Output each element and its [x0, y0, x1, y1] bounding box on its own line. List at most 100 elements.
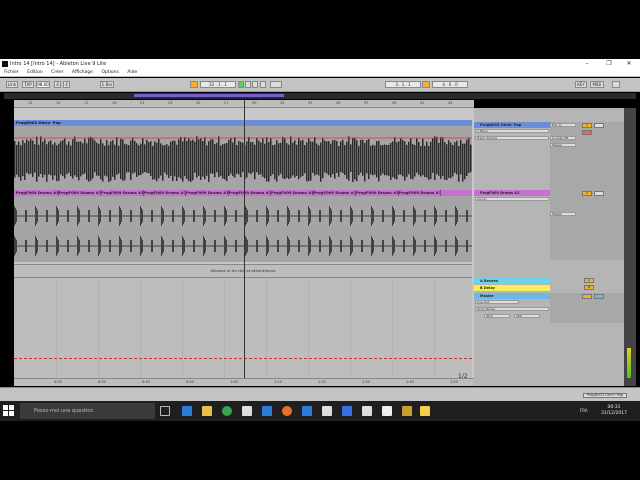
- close-button[interactable]: ✕: [620, 59, 638, 69]
- time-mark: 1:40: [406, 380, 414, 384]
- master-activator[interactable]: [582, 294, 592, 299]
- ruler-mark: 13: [28, 101, 33, 105]
- loop-length-field[interactable]: 4 . 0 . 0: [432, 81, 468, 88]
- master-value-1[interactable]: 90.0: [484, 314, 510, 318]
- track2-arm[interactable]: [594, 191, 604, 196]
- return-a-activator[interactable]: A: [584, 278, 594, 283]
- position-field[interactable]: 22 . 1 . 1: [200, 81, 236, 88]
- grid-line: [224, 278, 225, 378]
- app-icon[interactable]: [420, 406, 430, 416]
- automation-arm-button[interactable]: [270, 81, 282, 88]
- taskbar-clock[interactable]: 00:31 31/12/2017: [601, 405, 627, 417]
- time-mark: 1:50: [450, 380, 458, 384]
- clock-date: 31/12/2017: [601, 411, 627, 416]
- overview-viewport[interactable]: [134, 94, 284, 97]
- track1-sub-select[interactable]: 1 Mono: [475, 129, 549, 133]
- signature-denominator[interactable]: 4: [63, 81, 70, 88]
- master-cue-button[interactable]: [594, 294, 604, 299]
- track1-output-select[interactable]: Master: [550, 143, 576, 147]
- track1-automation-select[interactable]: Track Volume: [475, 136, 549, 140]
- track2-sub-select[interactable]: Aucun: [475, 197, 549, 201]
- midi-map-button[interactable]: MIDI: [590, 81, 604, 88]
- track1-input-select[interactable]: Ext. In: [550, 123, 576, 127]
- maximize-button[interactable]: ❐: [600, 59, 618, 69]
- menu-options[interactable]: Options: [101, 70, 118, 75]
- time-mark: 1:10: [274, 380, 282, 384]
- app-icon[interactable]: [402, 406, 412, 416]
- ruler-mark: 29: [252, 101, 257, 105]
- audio-clip-drums[interactable]: [14, 196, 472, 262]
- minimize-button[interactable]: –: [578, 59, 596, 69]
- ruler-mark: 41: [420, 101, 425, 105]
- time-mark: 0:20: [54, 380, 62, 384]
- windows-start-icon[interactable]: [3, 405, 15, 417]
- chrome-icon[interactable]: [222, 406, 232, 416]
- audio-clip-vocal[interactable]: [14, 126, 472, 192]
- menu-create[interactable]: Créer: [51, 70, 63, 75]
- transport-bar: Link TAP 98.00 4 4 1 Bar 22 . 1 . 1 3 . …: [0, 78, 640, 92]
- track1-arm[interactable]: [594, 123, 604, 128]
- app-icon[interactable]: [262, 406, 272, 416]
- status-clip-name[interactable]: ProgD003 Ohrin' Pop: [583, 393, 627, 398]
- drop-zone[interactable]: Déposez ici les clips et périphériques: [14, 264, 472, 278]
- mail-icon[interactable]: [362, 406, 372, 416]
- return-track-a[interactable]: A Reverb: [474, 278, 550, 284]
- window-titlebar: Intro 14 [Intro 14] - Ableton Live 9 Lit…: [0, 59, 640, 69]
- ruler-mark: 27: [224, 101, 229, 105]
- return-b-activator[interactable]: B: [584, 285, 594, 290]
- track-header-vocal[interactable]: ProgD003 Ohrin' Pop: [474, 122, 550, 128]
- arrangement-overview[interactable]: [4, 93, 636, 99]
- link-button[interactable]: Link: [6, 81, 18, 88]
- track1-activator[interactable]: 1: [582, 123, 592, 128]
- record-button[interactable]: [252, 81, 258, 88]
- file-explorer-icon[interactable]: [202, 406, 212, 416]
- ruler-mark: 15: [56, 101, 61, 105]
- stop-button[interactable]: [245, 81, 251, 88]
- overdub-button[interactable]: [260, 81, 266, 88]
- store-icon[interactable]: [242, 406, 252, 416]
- master-automation-select[interactable]: Song Tempo: [475, 307, 549, 311]
- track2-output-select[interactable]: Master: [550, 212, 576, 216]
- master-track-header[interactable]: Master: [474, 293, 550, 299]
- app-icon[interactable]: [302, 406, 312, 416]
- track1-monitor[interactable]: In Auto Off: [550, 136, 576, 140]
- ruler-mark: 17: [84, 101, 89, 105]
- language-indicator[interactable]: FRA: [580, 408, 588, 413]
- scroll-strip[interactable]: [624, 108, 636, 386]
- ableton-taskbar-icon[interactable]: [382, 406, 392, 416]
- master-track-lane[interactable]: [14, 278, 472, 378]
- key-map-button[interactable]: KEY: [575, 81, 587, 88]
- edge-icon[interactable]: [182, 406, 192, 416]
- waveform-vocal: [14, 136, 472, 182]
- menu-edit[interactable]: Edition: [27, 70, 43, 75]
- loop-start-field[interactable]: 3 . 1 . 1: [385, 81, 421, 88]
- menu-help[interactable]: Aide: [127, 70, 137, 75]
- app-icon[interactable]: [342, 406, 352, 416]
- tap-tempo-button[interactable]: TAP: [22, 81, 34, 88]
- cpu-meter: [612, 81, 620, 88]
- quantization-menu[interactable]: 1 Bar: [100, 81, 114, 88]
- grid-line: [56, 278, 57, 378]
- firefox-icon[interactable]: [282, 406, 292, 416]
- play-button[interactable]: [238, 81, 244, 88]
- track2-activator[interactable]: 2: [582, 191, 592, 196]
- cortana-search-input[interactable]: Posez-moi une question: [20, 403, 155, 419]
- menu-view[interactable]: Affichage: [72, 70, 93, 75]
- time-ruler[interactable]: 0:20 0:30 0:40 0:50 1:00 1:10 1:20 1:30 …: [14, 378, 474, 386]
- track1-io: Ext. In In Auto Off Master 1: [550, 122, 624, 190]
- master-cue-select[interactable]: Cue Out: [475, 300, 519, 304]
- automation-line[interactable]: [14, 358, 472, 359]
- master-value-2[interactable]: 200: [514, 314, 540, 318]
- tempo-field[interactable]: 98.00: [36, 81, 50, 88]
- return-track-b[interactable]: B Delay: [474, 285, 550, 291]
- track1-solo[interactable]: [582, 130, 592, 135]
- time-mark: 1:00: [230, 380, 238, 384]
- task-view-icon[interactable]: [160, 406, 170, 416]
- menu-file[interactable]: Fichier: [4, 70, 19, 75]
- ruler-mark: 43: [448, 101, 453, 105]
- signature-numerator[interactable]: 4: [54, 81, 61, 88]
- track-header-drums[interactable]: ProgF009 Drums #1: [474, 190, 550, 196]
- app-icon[interactable]: [322, 406, 332, 416]
- follow-button[interactable]: [190, 81, 198, 88]
- loop-switch[interactable]: [422, 81, 430, 88]
